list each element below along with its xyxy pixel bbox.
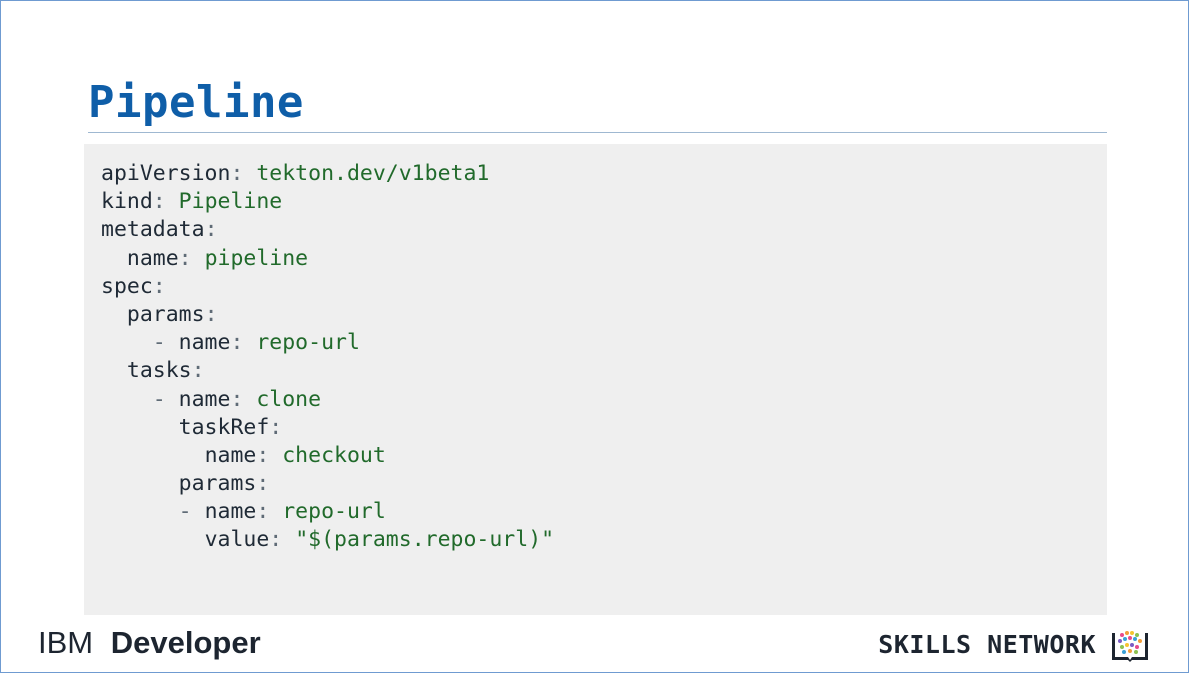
skills-network-text: SKILLS NETWORK	[878, 630, 1096, 659]
code-separator: :	[256, 499, 270, 525]
ibm-developer-logo: IBM Developer	[38, 623, 261, 663]
code-line: name: pipeline	[101, 245, 554, 273]
code-indent: -	[101, 386, 179, 412]
code-line: params:	[101, 301, 554, 329]
code-key: name	[204, 499, 257, 525]
code-separator: :	[269, 414, 283, 440]
code-separator: :	[256, 442, 270, 468]
code-separator: :	[230, 161, 244, 186]
code-key: taskRef	[178, 414, 270, 440]
code-block: apiVersion: tekton.dev/v1beta1 kind: Pipe…	[84, 144, 1107, 615]
code-separator: :	[204, 301, 218, 327]
code-key: value	[204, 527, 270, 553]
title-divider	[88, 132, 1107, 133]
code-key: params	[178, 471, 257, 497]
code-value: clone	[243, 386, 322, 412]
code-separator: :	[256, 471, 270, 497]
code-key: kind	[101, 189, 153, 215]
code-value: tekton.dev/v1beta1	[243, 161, 490, 186]
brand-name: IBM	[38, 625, 94, 660]
code-line: params:	[101, 470, 554, 498]
code-value: "$(params.repo-url)"	[282, 527, 555, 553]
code-key: apiVersion	[101, 161, 231, 186]
code-key: name	[178, 330, 231, 356]
code-separator: :	[152, 273, 166, 299]
code-line: name: checkout	[101, 442, 554, 470]
yaml-code: apiVersion: tekton.dev/v1beta1 kind: Pipe…	[101, 160, 554, 555]
code-value: repo-url	[269, 499, 386, 525]
code-line: tasks:	[101, 357, 554, 385]
code-key: params	[126, 301, 205, 327]
code-key: spec	[101, 273, 153, 299]
code-separator: :	[269, 527, 283, 553]
code-key: name	[204, 442, 257, 468]
code-key: name	[178, 386, 231, 412]
skills-network-book-icon	[1112, 631, 1148, 662]
code-value: checkout	[269, 442, 386, 468]
code-indent: -	[101, 330, 179, 356]
code-separator: :	[230, 330, 244, 356]
code-indent: -	[101, 499, 205, 525]
code-separator: :	[204, 217, 218, 243]
code-key: tasks	[126, 358, 192, 384]
code-line: - name: clone	[101, 386, 554, 414]
code-key: name	[126, 245, 179, 271]
code-line: metadata:	[101, 216, 554, 244]
code-line: apiVersion: tekton.dev/v1beta1	[101, 160, 554, 188]
code-value: repo-url	[243, 330, 360, 356]
code-line: taskRef:	[101, 414, 554, 442]
skills-network-logo: SKILLS NETWORK	[878, 625, 1150, 665]
slide-frame: Pipeline apiVersion: tekton.dev/v1beta1 k…	[0, 0, 1189, 673]
code-separator: :	[191, 358, 205, 384]
code-line: spec:	[101, 273, 554, 301]
code-line: value: "$(params.repo-url)"	[101, 526, 555, 554]
code-separator: :	[178, 245, 192, 271]
code-value: pipeline	[191, 245, 309, 271]
page-title: Pipeline	[88, 77, 304, 128]
code-key: metadata	[101, 217, 205, 243]
code-separator: :	[152, 189, 166, 215]
code-line: - name: repo-url	[101, 498, 554, 526]
product-name: Developer	[110, 625, 261, 660]
code-line: kind: Pipeline	[101, 188, 554, 216]
code-value: Pipeline	[165, 189, 283, 215]
code-line: - name: repo-url	[101, 329, 554, 357]
code-separator: :	[230, 386, 244, 412]
